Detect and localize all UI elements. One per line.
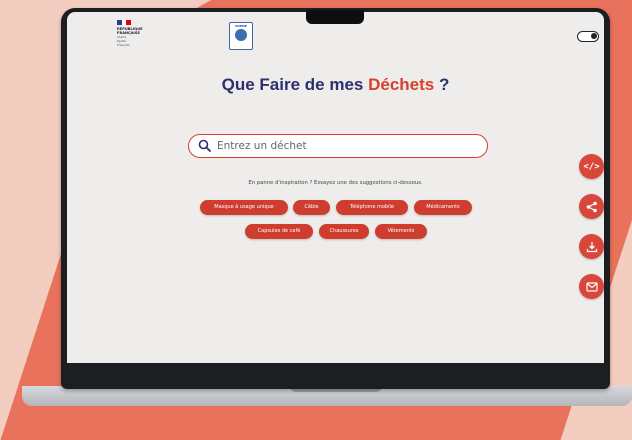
page-title: Que Faire de mes Déchets ? <box>67 75 604 95</box>
suggestion-chip[interactable]: Médicaments <box>414 200 472 215</box>
search-box[interactable] <box>188 134 488 158</box>
search-icon <box>198 139 211 152</box>
theme-toggle[interactable] <box>577 31 599 42</box>
title-part-1: Que Faire de mes <box>221 75 364 94</box>
title-part-2: ? <box>438 75 450 94</box>
app-screen <box>67 12 604 363</box>
suggestion-chip[interactable]: Masque à usage unique <box>200 200 288 215</box>
share-button[interactable] <box>579 194 604 219</box>
suggestion-chip[interactable]: Chaussures <box>319 224 369 239</box>
republique-francaise-logo: RÉPUBLIQUE FRANÇAISE Liberté Égalité Fra… <box>117 20 145 47</box>
logo-motto-3: Fraternité <box>117 44 130 47</box>
suggestion-chip[interactable]: Téléphone mobile <box>336 200 408 215</box>
title-accent: Déchets <box>368 75 435 94</box>
search-input[interactable] <box>215 137 479 155</box>
mail-icon <box>585 281 598 292</box>
suggestion-chip[interactable]: Capsules de café <box>245 224 313 239</box>
embed-code-icon: </> <box>583 161 600 172</box>
logo-text-line-2: FRANÇAISE <box>117 31 140 35</box>
download-icon <box>586 241 597 252</box>
logo-motto-1: Liberté <box>117 36 127 39</box>
camera-notch <box>306 10 364 24</box>
share-icon <box>586 201 597 212</box>
toggle-knob <box>591 33 597 39</box>
ademe-emblem-icon <box>235 29 247 41</box>
french-flag-icon <box>117 20 132 25</box>
download-button[interactable] <box>579 234 604 259</box>
logo-motto-2: Égalité <box>117 40 126 43</box>
embed-code-button[interactable]: </> <box>579 154 604 179</box>
ademe-logo: ADEME <box>229 22 253 50</box>
ademe-label: ADEME <box>235 24 247 28</box>
suggestion-chip[interactable]: Câble <box>293 200 330 215</box>
suggestions-hint: En panne d'inspiration ? Essayez une des… <box>248 180 423 186</box>
email-button[interactable] <box>579 274 604 299</box>
suggestion-chip[interactable]: Vêtements <box>375 224 427 239</box>
